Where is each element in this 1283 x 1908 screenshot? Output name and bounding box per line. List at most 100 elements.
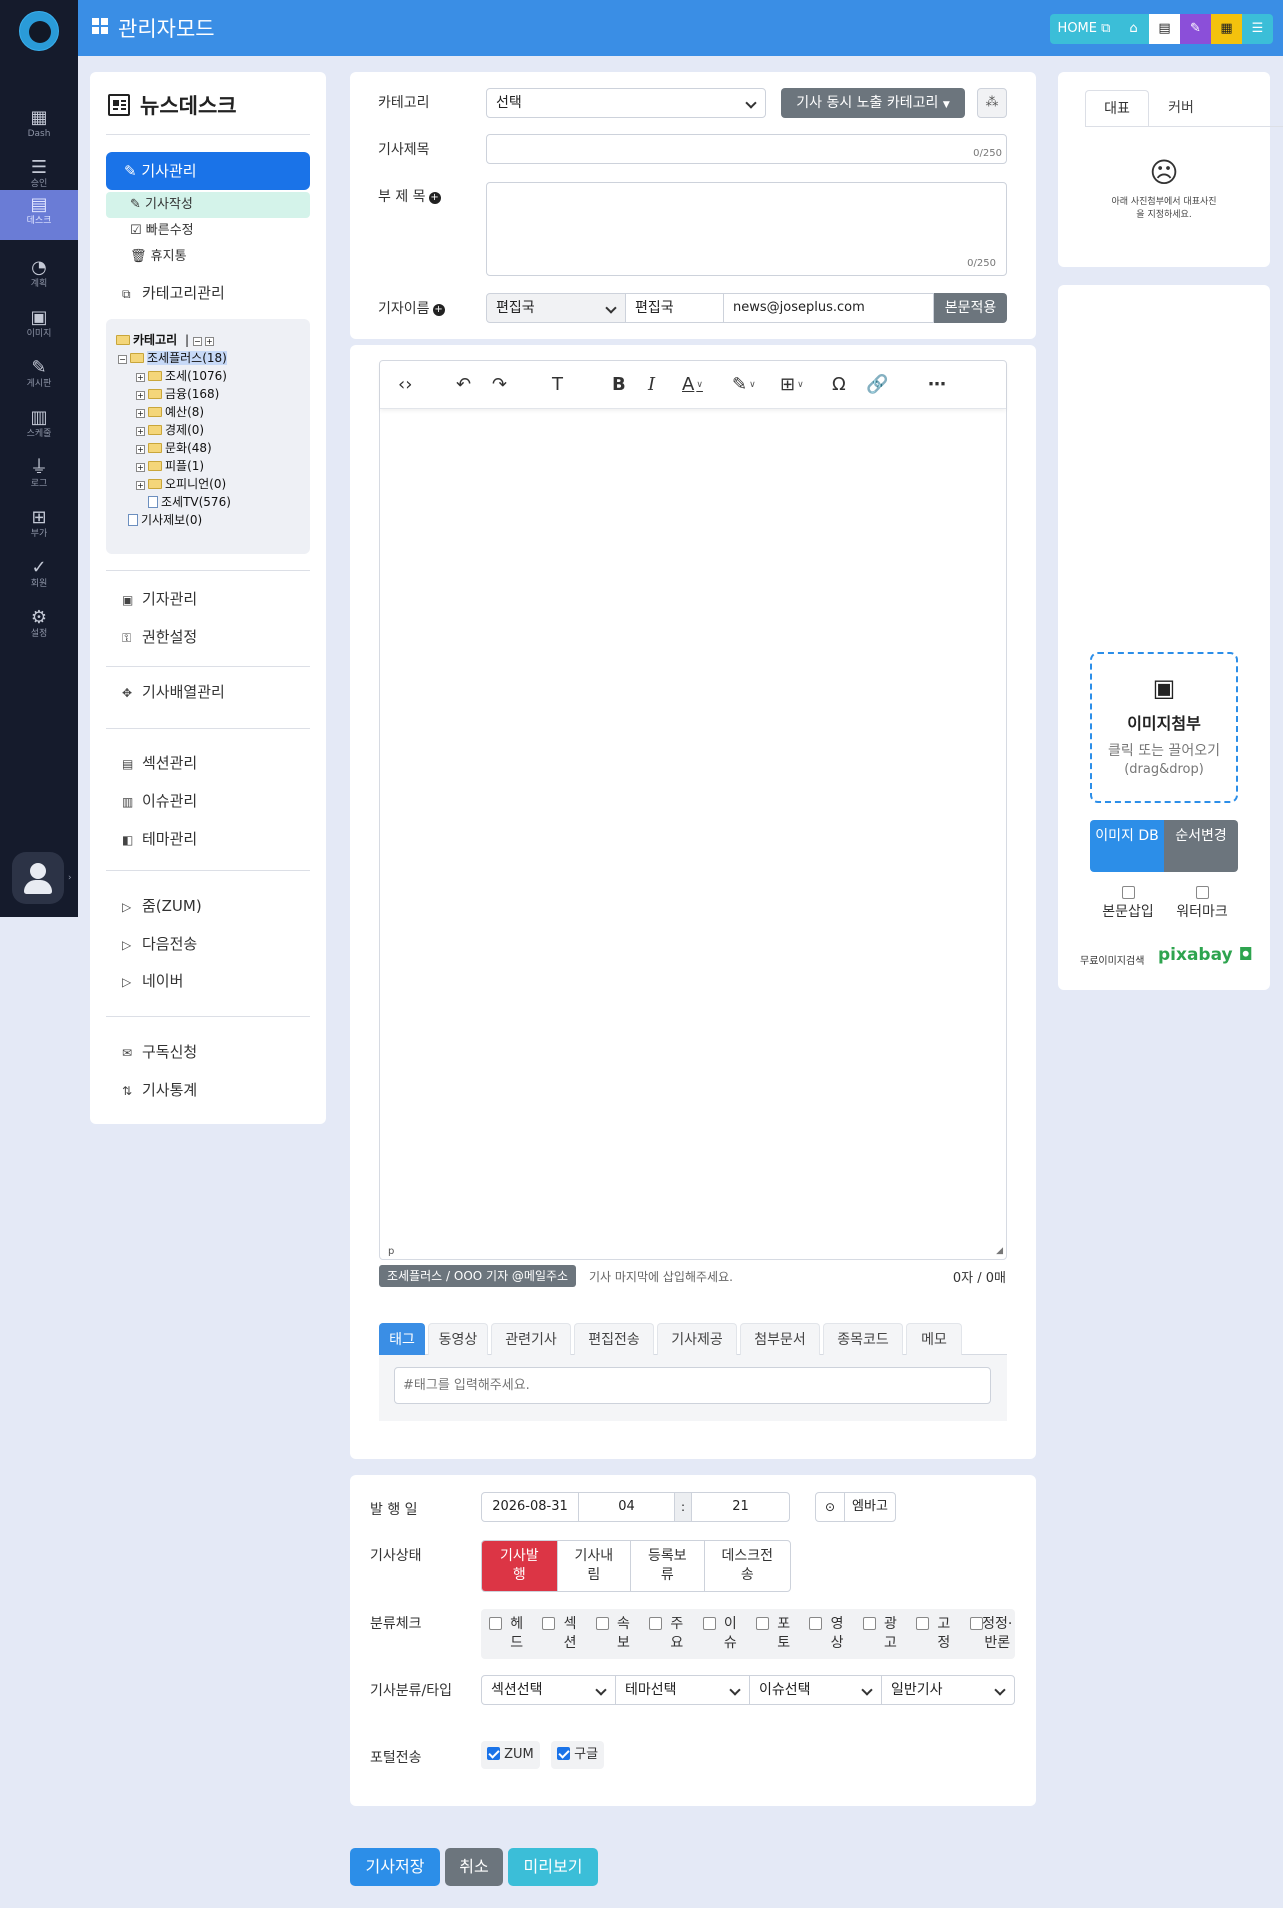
- tree-node[interactable]: + 금융(168): [116, 385, 300, 403]
- list-button[interactable]: ☰: [1242, 14, 1273, 44]
- expand-icon[interactable]: +: [136, 481, 145, 490]
- edit-button[interactable]: ✎: [1180, 14, 1211, 44]
- issue-select[interactable]: 이슈선택: [749, 1675, 882, 1705]
- checkbox-icon[interactable]: [702, 1617, 716, 1630]
- checkbox-checked-icon[interactable]: [487, 1747, 500, 1760]
- title-input[interactable]: 0/250: [486, 134, 1007, 164]
- rail-image[interactable]: ▣ 이미지: [0, 303, 78, 351]
- tree-node[interactable]: + 오피니언(0): [116, 475, 300, 493]
- expand-icon[interactable]: +: [136, 463, 145, 472]
- tab-representative[interactable]: 대표: [1085, 90, 1149, 126]
- expand-icon[interactable]: +: [204, 337, 214, 346]
- reporter-select[interactable]: 편집국: [486, 293, 626, 323]
- checkbox-icon[interactable]: [809, 1617, 823, 1630]
- text-format-icon[interactable]: T: [552, 373, 563, 397]
- minute-input[interactable]: 21: [691, 1492, 790, 1522]
- portal-google[interactable]: 구글: [551, 1741, 605, 1769]
- checkbox-icon[interactable]: [969, 1617, 983, 1630]
- nav-section-manage[interactable]: ▤ 섹션관리: [122, 751, 197, 775]
- tab-attachment[interactable]: 첨부문서: [740, 1323, 820, 1355]
- nav-article-write[interactable]: ✎ 기사작성: [106, 192, 310, 218]
- expand-icon[interactable]: +: [136, 409, 145, 418]
- nav-theme-manage[interactable]: ◧ 테마관리: [122, 827, 197, 851]
- expand-icon[interactable]: +: [136, 373, 145, 382]
- class-option[interactable]: 영상: [805, 1615, 854, 1653]
- nav-permission[interactable]: ⚿ 권한설정: [122, 625, 197, 649]
- rail-extra[interactable]: ⊞ 부가: [0, 503, 78, 551]
- checkbox-icon[interactable]: [542, 1617, 556, 1630]
- status-publish[interactable]: 기사발행: [482, 1541, 557, 1591]
- tab-cover[interactable]: 커버: [1149, 90, 1213, 126]
- tab-memo[interactable]: 메모: [906, 1323, 962, 1355]
- pixabay-link[interactable]: pixabay ◘: [1158, 945, 1253, 965]
- undo-icon[interactable]: ↶: [456, 373, 471, 397]
- asterisk-button[interactable]: ⁂: [977, 88, 1007, 118]
- tree-node-parent[interactable]: − 조세플러스(18): [116, 349, 300, 367]
- app-logo[interactable]: [19, 11, 59, 51]
- reorder-button[interactable]: 순서변경: [1164, 820, 1238, 872]
- watermark-option[interactable]: 워터마크: [1164, 885, 1240, 921]
- category-select[interactable]: 선택: [486, 88, 766, 118]
- rail-schedule[interactable]: ▥ 스케줄: [0, 403, 78, 451]
- nav-daum[interactable]: ▷ 다음전송: [122, 932, 197, 956]
- expand-icon[interactable]: +: [136, 391, 145, 400]
- checkbox-icon[interactable]: [595, 1617, 609, 1630]
- tab-video[interactable]: 동영상: [428, 1323, 488, 1355]
- nav-reporter-manage[interactable]: ▣ 기자관리: [122, 587, 197, 611]
- class-option[interactable]: 헤드: [485, 1615, 534, 1653]
- home-link[interactable]: HOME ⧉: [1050, 14, 1118, 44]
- article-type-select[interactable]: 일반기사: [881, 1675, 1015, 1705]
- class-option[interactable]: 포토: [752, 1615, 801, 1653]
- theme-select[interactable]: 테마선택: [615, 1675, 750, 1705]
- reporter-email-input[interactable]: news@joseplus.com: [723, 293, 934, 323]
- subtitle-textarea[interactable]: 0/250: [486, 182, 1007, 276]
- dashboard-button[interactable]: ▦: [1211, 14, 1242, 44]
- collapse-icon[interactable]: −: [118, 355, 127, 364]
- rail-log[interactable]: ⏚ 로그: [0, 453, 78, 501]
- rail-dash[interactable]: ▦ Dash: [0, 103, 78, 151]
- rich-text-editor[interactable]: ‹› ↶ ↷ T B I A ∨ ✎ ∨ ⊞ ∨ Ω 🔗 ⋯ p ◢: [379, 360, 1007, 1260]
- tab-edit-send[interactable]: 편집전송: [574, 1323, 654, 1355]
- nav-subscribe[interactable]: ✉ 구독신청: [122, 1040, 197, 1064]
- tab-stock-code[interactable]: 종목코드: [823, 1323, 903, 1355]
- checkbox-icon[interactable]: [489, 1617, 502, 1630]
- plus-circle-icon[interactable]: +: [432, 304, 445, 316]
- checkbox-icon[interactable]: [1195, 886, 1209, 899]
- collapse-icon[interactable]: −: [192, 337, 202, 346]
- special-char-icon[interactable]: Ω: [832, 373, 846, 397]
- table-icon[interactable]: ⊞ ∨: [780, 373, 804, 397]
- tree-node[interactable]: + 예산(8): [116, 403, 300, 421]
- highlight-icon[interactable]: ✎ ∨: [732, 373, 756, 397]
- rail-member[interactable]: ✓ 회원: [0, 553, 78, 601]
- user-avatar[interactable]: [12, 852, 64, 904]
- save-button[interactable]: 기사저장: [350, 1848, 440, 1886]
- preview-button[interactable]: 미리보기: [508, 1848, 598, 1886]
- expand-icon[interactable]: +: [136, 445, 145, 454]
- concurrent-category-button[interactable]: 기사 동시 노출 카테고리 ▼: [781, 88, 965, 118]
- news-button[interactable]: ▤: [1149, 14, 1180, 44]
- checkbox-icon[interactable]: [756, 1617, 769, 1630]
- image-dropzone[interactable]: ▣ 이미지첨부 클릭 또는 끌어오기 (drag&drop): [1090, 652, 1238, 803]
- apply-body-button[interactable]: 본문적용: [934, 293, 1007, 323]
- tree-node[interactable]: + 조세(1076): [116, 367, 300, 385]
- status-unpublish[interactable]: 기사내림: [556, 1541, 631, 1591]
- nav-article-manage[interactable]: ✎ 기사관리: [106, 152, 310, 190]
- link-icon[interactable]: 🔗: [866, 373, 888, 397]
- cancel-button[interactable]: 취소: [445, 1848, 503, 1886]
- class-option[interactable]: 섹션: [538, 1615, 587, 1653]
- rail-desk[interactable]: ▤ 데스크: [0, 190, 78, 240]
- checkbox-icon[interactable]: [649, 1617, 663, 1630]
- tree-node[interactable]: + 문화(48): [116, 439, 300, 457]
- rail-plan[interactable]: ◔ 계획: [0, 253, 78, 301]
- class-option[interactable]: 주요: [645, 1615, 694, 1653]
- nav-trash[interactable]: 🗑 휴지통: [106, 244, 310, 270]
- checkbox-checked-icon[interactable]: [557, 1747, 570, 1760]
- section-select[interactable]: 섹션선택: [481, 1675, 616, 1705]
- checkbox-icon[interactable]: [1121, 886, 1135, 899]
- checkbox-icon[interactable]: [916, 1617, 930, 1630]
- bold-icon[interactable]: B: [612, 373, 626, 397]
- nav-zum[interactable]: ▷ 줌(ZUM): [122, 894, 202, 918]
- house-button[interactable]: ⌂: [1118, 14, 1149, 44]
- nav-category-manage[interactable]: ⧉ 카테고리관리: [122, 281, 225, 305]
- image-db-button[interactable]: 이미지 DB: [1090, 820, 1164, 872]
